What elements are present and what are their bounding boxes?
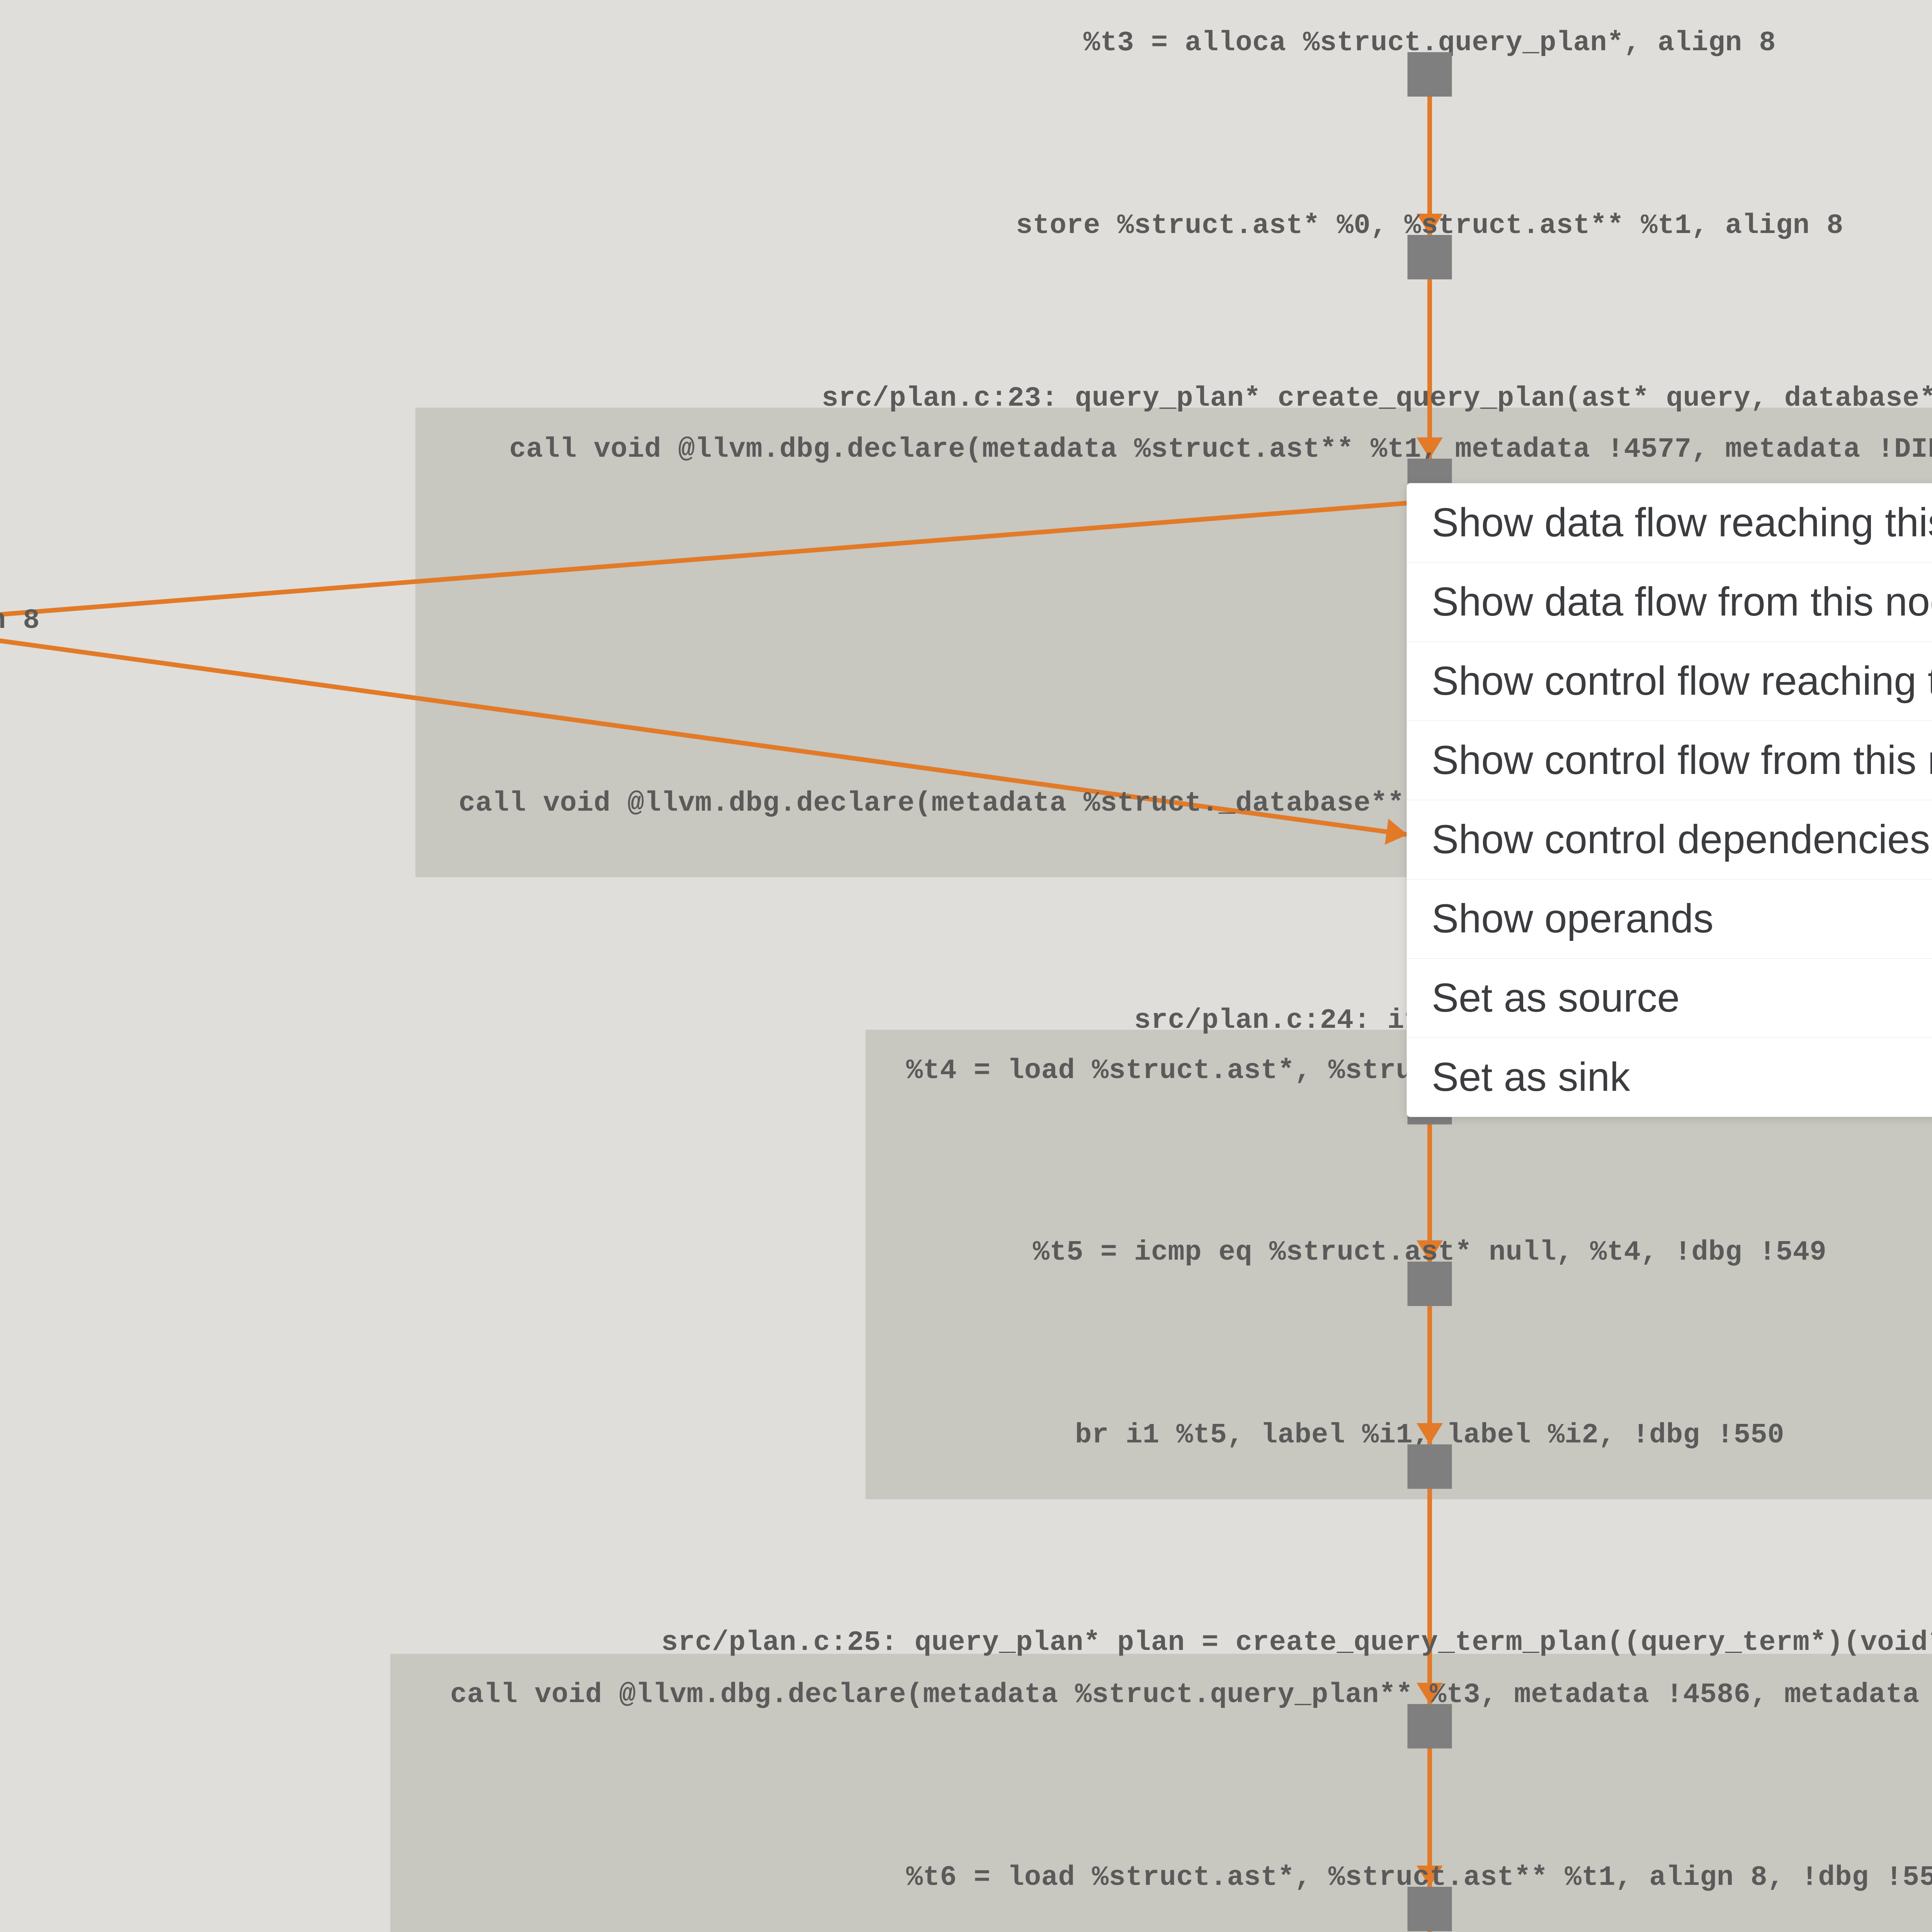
block-header-plan25: src/plan.c:25: query_plan* plan = create… (661, 1627, 1932, 1658)
node-t6[interactable] (1408, 1887, 1452, 1931)
menu-show-controlflow-reaching[interactable]: Show control flow reaching this node (1407, 642, 1932, 721)
node-store-t1[interactable] (1408, 235, 1452, 279)
menu-show-controlflow-from[interactable]: Show control flow from this node (1407, 721, 1932, 800)
block-header-plan23: src/plan.c:23: query_plan* create_query_… (822, 383, 1932, 414)
node-br[interactable] (1408, 1444, 1452, 1489)
menu-show-operands[interactable]: Show operands (1407, 879, 1932, 959)
menu-set-as-source[interactable]: Set as source (1407, 959, 1932, 1038)
instr-dbg-t3: call void @llvm.dbg.declare(metadata %st… (450, 1679, 1932, 1711)
menu-show-control-deps[interactable]: Show control dependencies (1407, 800, 1932, 879)
node-context-menu: Show data flow reaching this node Show d… (1406, 483, 1932, 1117)
node-t3[interactable] (1408, 52, 1452, 97)
menu-show-dataflow-reaching[interactable]: Show data flow reaching this node (1407, 483, 1932, 563)
node-t5[interactable] (1408, 1262, 1452, 1306)
instr-dbg-t1: call void @llvm.dbg.declare(metadata %st… (509, 434, 1932, 465)
menu-set-as-sink[interactable]: Set as sink (1407, 1038, 1932, 1117)
menu-show-dataflow-from[interactable]: Show data flow from this node (1407, 563, 1932, 642)
instr-fragment-t2: se** %t2, align 8 (0, 605, 40, 636)
node-dbg-t3[interactable] (1408, 1704, 1452, 1748)
